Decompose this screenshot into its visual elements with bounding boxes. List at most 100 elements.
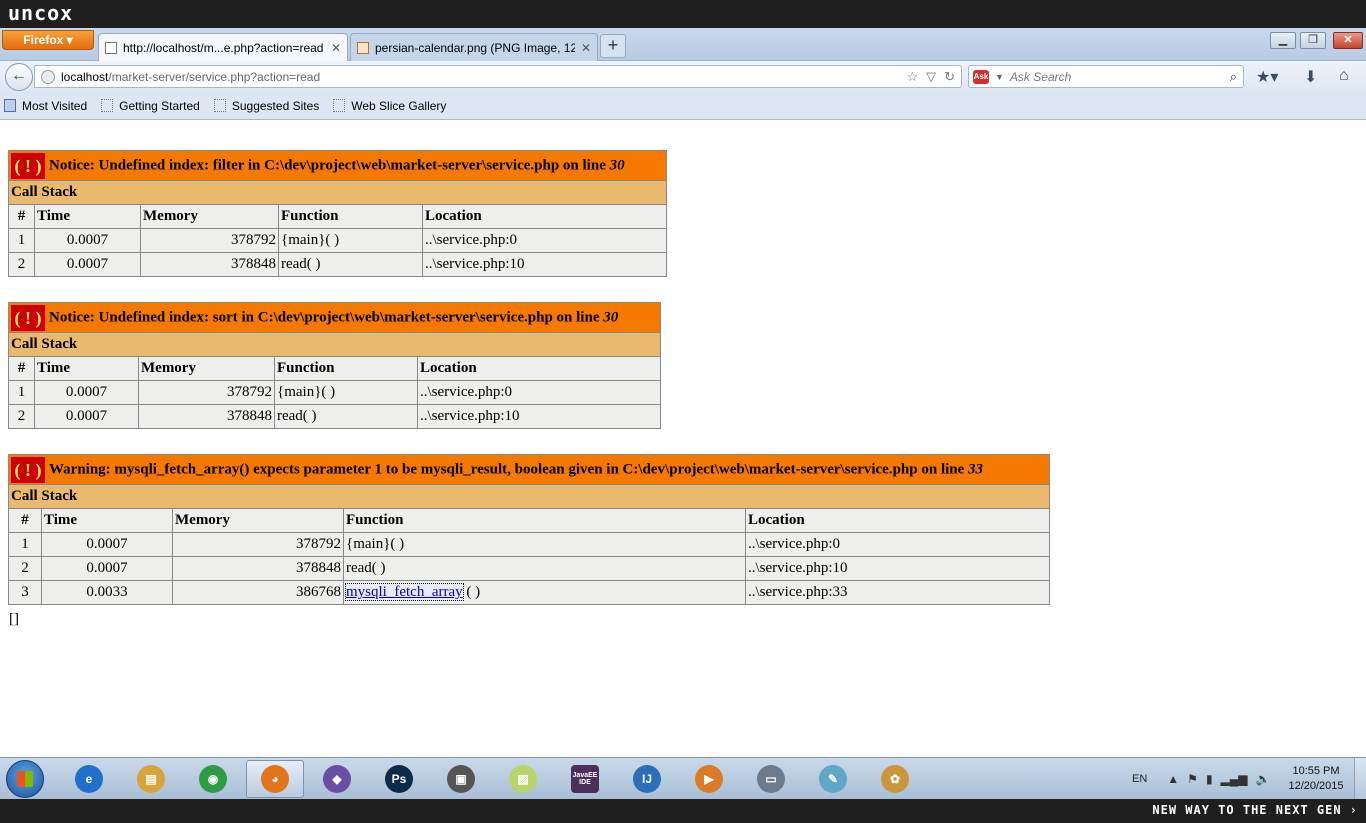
taskbar-app-visual-studio[interactable]: ◆ bbox=[308, 760, 366, 798]
frame-number: 3 bbox=[8, 580, 42, 605]
error-line-number: 30 bbox=[603, 308, 619, 325]
taskbar-app-photoshop[interactable]: Ps bbox=[370, 760, 428, 798]
address-bar[interactable]: localhost/market-server/service.php?acti… bbox=[34, 65, 962, 88]
window-app-icon: ▭ bbox=[757, 765, 785, 793]
firefox-icon: ◕ bbox=[261, 765, 289, 793]
new-tab-button[interactable]: + bbox=[600, 34, 626, 58]
column-header: Time bbox=[41, 508, 173, 533]
taskbar-app-intellij[interactable]: IJ bbox=[618, 760, 676, 798]
usb-device-icon[interactable]: ▮ bbox=[1206, 772, 1213, 786]
tab-persian-calendar[interactable]: persian-calendar.png (PNG Image, 12... ✕ bbox=[350, 33, 598, 61]
frame-time: 0.0007 bbox=[34, 380, 139, 405]
tab-close-icon[interactable]: ✕ bbox=[581, 41, 591, 55]
action-center-icon[interactable]: ⚑ bbox=[1187, 772, 1198, 786]
frame-location: ..\service.php:0 bbox=[422, 228, 667, 253]
search-bar[interactable]: Ask ▼ Ask Search ⌕ bbox=[968, 65, 1244, 88]
close-window-button[interactable]: ✕ bbox=[1333, 32, 1363, 49]
bookmark-getting-started[interactable]: Getting Started bbox=[101, 99, 200, 113]
column-header: # bbox=[8, 204, 35, 229]
url-host: localhost bbox=[61, 69, 109, 84]
chrome-icon: ◉ bbox=[199, 765, 227, 793]
reload-icon[interactable]: ↻ bbox=[944, 69, 955, 85]
frame-number: 2 bbox=[8, 252, 35, 277]
windows-taskbar: e ▤ ◉ ◕ ◆ Ps ▣ ▨ JavaEE IDE IJ ▶ ▭ ✎ ✿ EN ▲ ⚑ ▮ ▂▄▆ 🔈… bbox=[0, 757, 1366, 800]
show-hidden-icons-icon[interactable]: ▲ bbox=[1167, 772, 1179, 786]
frame-number: 2 bbox=[8, 556, 42, 581]
frame-location: ..\service.php:33 bbox=[745, 580, 1050, 605]
tab-close-icon[interactable]: ✕ bbox=[331, 41, 341, 55]
table-row: 2 0.0007 378848 read( ) ..\service.php:1… bbox=[8, 252, 667, 277]
column-header: # bbox=[8, 356, 35, 381]
tab-service-php[interactable]: http://localhost/m...e.php?action=read ✕ bbox=[98, 33, 348, 61]
page-icon bbox=[213, 99, 226, 112]
navigation-bar: ← localhost/market-server/service.php?ac… bbox=[0, 61, 1366, 92]
bookmarks-toolbar: Most Visited Getting Started Suggested S… bbox=[0, 92, 1366, 120]
taskbar-app-chrome[interactable]: ◉ bbox=[184, 760, 242, 798]
language-indicator[interactable]: EN bbox=[1132, 773, 1147, 785]
column-header: # bbox=[8, 508, 42, 533]
taskbar-app-java-ee-ide[interactable]: JavaEE IDE bbox=[556, 760, 614, 798]
taskbar-app-internet-explorer[interactable]: e bbox=[60, 760, 118, 798]
os-brand-logo: uncox bbox=[8, 1, 74, 25]
volume-icon[interactable]: 🔈 bbox=[1256, 772, 1271, 786]
network-signal-icon[interactable]: ▂▄▆ bbox=[1221, 772, 1248, 786]
call-stack-header: Call Stack bbox=[8, 484, 1050, 509]
tab-title: persian-calendar.png (PNG Image, 12... bbox=[375, 40, 575, 55]
call-stack-header: Call Stack bbox=[8, 180, 667, 205]
minimize-button[interactable]: ▁ bbox=[1270, 32, 1296, 49]
bookmark-suggested-sites[interactable]: Suggested Sites bbox=[213, 99, 319, 113]
ask-logo-icon[interactable]: Ask bbox=[973, 69, 989, 84]
table-row: 2 0.0007 378848 read( ) ..\service.php:1… bbox=[8, 404, 661, 429]
frame-number: 1 bbox=[8, 380, 35, 405]
php-manual-link[interactable]: mysqli_fetch_array bbox=[345, 583, 464, 601]
taskbar-app-game[interactable]: ▣ bbox=[432, 760, 490, 798]
taskbar-app-paint[interactable]: ✿ bbox=[866, 760, 924, 798]
search-icon[interactable]: ⌕ bbox=[1230, 69, 1243, 85]
page-content: ( ! ) Notice: Undefined index: filter in … bbox=[0, 121, 1366, 757]
back-button[interactable]: ← bbox=[5, 63, 33, 91]
bookmark-most-visited[interactable]: Most Visited bbox=[4, 99, 87, 113]
call-stack-header: Call Stack bbox=[8, 332, 661, 357]
frame-number: 1 bbox=[8, 228, 35, 253]
bookmark-web-slice-gallery[interactable]: Web Slice Gallery bbox=[333, 99, 446, 113]
page-favicon-icon bbox=[105, 41, 117, 54]
taskbar-app-notepad[interactable]: ✎ bbox=[804, 760, 862, 798]
bookmark-label: Getting Started bbox=[119, 98, 200, 113]
taskbar-app-firefox[interactable]: ◕ bbox=[246, 760, 304, 798]
start-button[interactable] bbox=[6, 760, 44, 798]
taskbar-app-file-explorer[interactable]: ▤ bbox=[122, 760, 180, 798]
photoshop-icon: Ps bbox=[385, 765, 413, 793]
search-input[interactable]: Ask Search bbox=[1010, 70, 1224, 84]
firefox-menu-button[interactable]: Firefox ▾ bbox=[2, 30, 94, 50]
bookmarks-menu-icon[interactable]: ★▾ bbox=[1256, 67, 1278, 87]
error-header: ( ! ) Notice: Undefined index: filter in … bbox=[8, 150, 667, 181]
show-desktop-button[interactable] bbox=[1354, 758, 1366, 800]
search-engine-dropdown-icon[interactable]: ▼ bbox=[995, 72, 1004, 82]
os-top-bar: uncox bbox=[0, 0, 1366, 28]
column-header: Memory bbox=[172, 508, 344, 533]
json-output: [] bbox=[9, 611, 19, 627]
clock[interactable]: 10:55 PM 12/20/2015 bbox=[1276, 764, 1356, 794]
taskbar-app-sticky-notes[interactable]: ▨ bbox=[494, 760, 552, 798]
error-line-number: 33 bbox=[968, 460, 984, 477]
frame-time: 0.0007 bbox=[41, 556, 173, 581]
frame-number: 2 bbox=[8, 404, 35, 429]
table-row: 1 0.0007 378792 {main}( ) ..\service.php… bbox=[8, 228, 667, 253]
home-icon[interactable]: ⌂ bbox=[1339, 67, 1349, 85]
taskbar-app-window-app[interactable]: ▭ bbox=[742, 760, 800, 798]
taskbar-app-media-player[interactable]: ▶ bbox=[680, 760, 738, 798]
intellij-icon: IJ bbox=[633, 765, 661, 793]
sticky-notes-icon: ▨ bbox=[509, 765, 537, 793]
clock-time: 10:55 PM bbox=[1292, 765, 1340, 777]
column-header: Location bbox=[745, 508, 1050, 533]
maximize-button[interactable]: ❐ bbox=[1300, 32, 1326, 49]
bookmark-label: Most Visited bbox=[22, 98, 88, 113]
browser-tab-strip: Firefox ▾ http://localhost/m...e.php?act… bbox=[0, 28, 1366, 61]
download-icon[interactable]: ⬇ bbox=[1304, 67, 1317, 87]
site-identity-icon[interactable] bbox=[41, 69, 55, 84]
bookmark-star-icon[interactable]: ☆ bbox=[906, 69, 918, 85]
function-parens: ( ) bbox=[462, 584, 481, 600]
frame-function: {main}( ) bbox=[278, 228, 423, 253]
os-bottom-bar: NEW WAY TO THE NEXT GEN › bbox=[0, 799, 1366, 823]
history-dropdown-icon[interactable]: ▽ bbox=[926, 69, 936, 85]
